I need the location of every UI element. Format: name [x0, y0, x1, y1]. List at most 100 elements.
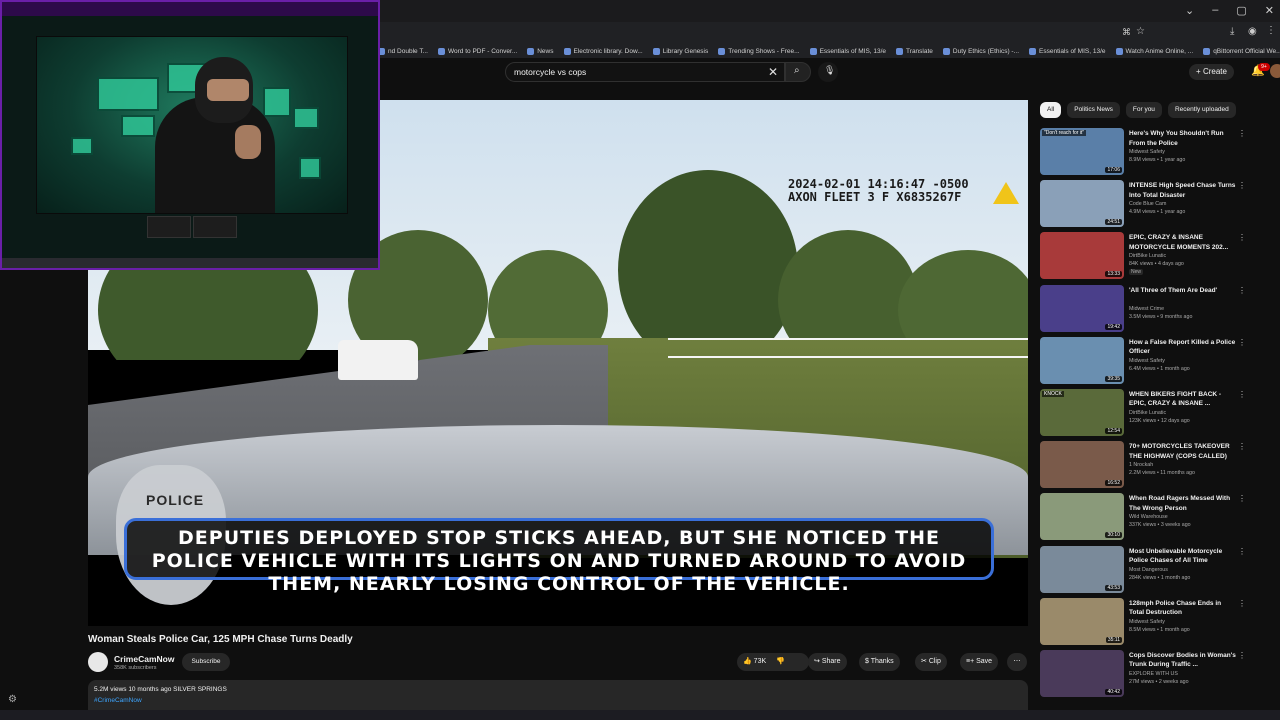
bookmark-item[interactable]: Essentials of MIS, 13/e [809, 47, 886, 55]
recommendation-channel[interactable]: DirtBike Lunatic [1129, 410, 1166, 416]
video-thumbnail[interactable]: 24:51 [1040, 180, 1124, 228]
subscribe-button[interactable]: Subscribe [182, 653, 230, 671]
channel-name[interactable]: CrimeCamNow [114, 654, 174, 664]
video-thumbnail[interactable]: 13:33 [1040, 232, 1124, 280]
bookmark-item[interactable]: Translate [896, 47, 933, 55]
thumbs-up-icon[interactable]: 👍 [743, 658, 752, 665]
more-actions-button[interactable]: ⋯ [1007, 653, 1027, 671]
clip-button[interactable]: ✂ Clip [915, 653, 947, 671]
translate-icon[interactable]: ⌘ [1122, 27, 1131, 38]
chip-recently-uploaded[interactable]: Recently uploaded [1167, 102, 1236, 118]
chip-all[interactable]: All [1040, 102, 1062, 118]
recommendation-title[interactable]: EPIC, CRAZY & INSANE MOTORCYCLE MOMENTS … [1129, 233, 1237, 252]
recommendation-item[interactable]: 43:53 Most Unbelievable Motorcycle Police… [1040, 545, 1280, 598]
recommendation-item[interactable]: KNOCK 12:54 WHEN BIKERS FIGHT BACK - EPIC,… [1040, 388, 1280, 441]
recommendation-channel[interactable]: Midwest Safety [1129, 619, 1165, 625]
like-count[interactable]: 73K [754, 658, 766, 665]
recommendation-channel[interactable]: Code Blue Cam [1129, 201, 1166, 207]
voice-search-button[interactable]: 🎙 [818, 62, 838, 82]
create-button[interactable]: + Create [1189, 64, 1234, 80]
more-options-icon[interactable]: ⋮ [1238, 338, 1246, 347]
bookmark-item[interactable]: Word to PDF - Conver... [438, 47, 517, 55]
recommendation-channel[interactable]: Midwest Safety [1129, 358, 1165, 364]
star-icon[interactable]: ☆ [1136, 26, 1145, 37]
recommendation-item[interactable]: 13:33 EPIC, CRAZY & INSANE MOTORCYCLE MOM… [1040, 232, 1280, 284]
search-input[interactable]: motorcycle vs cops ✕ [505, 62, 785, 82]
more-options-icon[interactable]: ⋮ [1238, 442, 1246, 451]
recommendation-title[interactable]: 'All Three of Them Are Dead' [1129, 286, 1237, 296]
video-thumbnail[interactable]: 30:10 [1040, 493, 1124, 541]
more-options-icon[interactable]: ⋮ [1238, 129, 1246, 138]
thanks-button[interactable]: $ Thanks [859, 653, 900, 671]
bookmark-item[interactable]: Duty Ethics (Ethics) -... [942, 47, 1019, 55]
recommendation-channel[interactable]: 1 Nrockah [1129, 462, 1153, 468]
recommendation-title[interactable]: Cops Discover Bodies in Woman's Trunk Du… [1129, 651, 1237, 670]
bookmark-item[interactable]: News [527, 47, 554, 55]
download-icon[interactable]: ⤓ [1230, 26, 1234, 37]
save-button[interactable]: ≡+ Save [960, 653, 999, 671]
recommendation-channel[interactable]: DirtBike Lunatic [1129, 253, 1166, 259]
more-options-icon[interactable]: ⋮ [1238, 181, 1246, 190]
maximize-icon[interactable]: ▢ [1236, 4, 1246, 17]
share-button[interactable]: ↪ Share [808, 653, 847, 671]
more-options-icon[interactable]: ⋮ [1238, 286, 1246, 295]
bookmark-item[interactable]: Watch Anime Online, ... [1115, 47, 1193, 55]
recommendation-channel[interactable]: EXPLORE WITH US [1129, 671, 1178, 677]
bookmark-item[interactable]: Library Genesis [652, 47, 708, 55]
bookmark-item[interactable]: Essentials of MIS, 13/e [1029, 47, 1106, 55]
clear-icon[interactable]: ✕ [768, 65, 778, 79]
more-options-icon[interactable]: ⋮ [1238, 547, 1246, 556]
recommendation-item[interactable]: 30:10 When Road Ragers Messed With The Wr… [1040, 493, 1280, 545]
gear-icon[interactable]: ⚙ [8, 694, 17, 705]
recommendation-title[interactable]: Most Unbelievable Motorcycle Police Chas… [1129, 547, 1237, 566]
more-options-icon[interactable]: ⋮ [1238, 494, 1246, 503]
video-thumbnail[interactable]: 35:11 [1040, 597, 1124, 645]
thumbs-down-icon[interactable]: 👎 [776, 658, 785, 665]
description-hashtag[interactable]: #CrimeCamNow [94, 697, 142, 704]
recommendation-channel[interactable]: Wild Warehouse [1129, 514, 1168, 520]
bookmark-item[interactable]: qBittorrent Official We... [1203, 47, 1280, 55]
video-thumbnail[interactable]: 39:35 [1040, 336, 1124, 384]
recommendation-item[interactable]: 40:42 Cops Discover Bodies in Woman's Tru… [1040, 649, 1280, 702]
chip-politics-news[interactable]: Politics News [1067, 102, 1120, 118]
recommendation-item[interactable]: 39:35 How a False Report Killed a Police … [1040, 336, 1280, 389]
recommendation-title[interactable]: WHEN BIKERS FIGHT BACK - EPIC, CRAZY & I… [1129, 390, 1237, 409]
chip-for-you[interactable]: For you [1125, 102, 1162, 118]
recommendation-channel[interactable]: Midwest Crime [1129, 306, 1164, 312]
recommendation-title[interactable]: How a False Report Killed a Police Offic… [1129, 338, 1237, 357]
recommendation-title[interactable]: INTENSE High Speed Chase Turns Into Tota… [1129, 181, 1237, 200]
more-options-icon[interactable]: ⋮ [1238, 651, 1246, 660]
profile-icon[interactable]: ◉ [1248, 26, 1257, 37]
webcam-toggle-button[interactable] [193, 216, 237, 238]
video-thumbnail[interactable]: 43:53 [1040, 545, 1124, 593]
video-thumbnail[interactable]: 16:52 [1040, 441, 1124, 489]
minimize-icon[interactable]: – [1212, 4, 1218, 17]
recommendation-item[interactable]: 24:51 INTENSE High Speed Chase Turns Into… [1040, 180, 1280, 232]
video-thumbnail[interactable]: 40:42 [1040, 649, 1124, 697]
more-options-icon[interactable]: ⋮ [1238, 599, 1246, 608]
recommendation-title[interactable]: 70+ MOTORCYCLES TAKEOVER THE HIGHWAY (CO… [1129, 442, 1237, 461]
chevron-down-icon[interactable]: ⌄ [1185, 4, 1194, 17]
recommendation-channel[interactable]: Most Dangerous [1129, 567, 1168, 573]
video-thumbnail[interactable]: 19:42 [1040, 284, 1124, 332]
more-options-icon[interactable]: ⋮ [1238, 390, 1246, 399]
video-thumbnail[interactable]: KNOCK 12:54 [1040, 388, 1124, 436]
bookmark-item[interactable]: Electronic library. Dow... [563, 47, 643, 55]
recommendation-item[interactable]: 19:42 'All Three of Them Are Dead' Midwest… [1040, 284, 1280, 337]
recommendation-item[interactable]: "Don't reach for it" 17:06 Here's Why You … [1040, 128, 1280, 180]
recommendation-item[interactable]: 16:52 70+ MOTORCYCLES TAKEOVER THE HIGHWA… [1040, 441, 1280, 493]
bookmark-item[interactable]: nd Double T... [378, 47, 428, 55]
recommendation-item[interactable]: 35:11 128mph Police Chase Ends in Total D… [1040, 597, 1280, 650]
recommendation-title[interactable]: 128mph Police Chase Ends in Total Destru… [1129, 599, 1237, 618]
webcam-avatar-button[interactable] [147, 216, 191, 238]
recommendation-title[interactable]: When Road Ragers Messed With The Wrong P… [1129, 494, 1237, 513]
avatar[interactable] [1270, 64, 1280, 78]
recommendation-channel[interactable]: Midwest Safety [1129, 149, 1165, 155]
menu-icon[interactable]: ⋮ [1266, 25, 1276, 36]
video-thumbnail[interactable]: "Don't reach for it" 17:06 [1040, 128, 1124, 175]
bookmark-item[interactable]: Trending Shows - Free... [718, 47, 800, 55]
close-icon[interactable]: ✕ [1265, 4, 1274, 17]
channel-avatar[interactable] [88, 652, 108, 672]
search-button[interactable]: ⌕ [785, 62, 811, 82]
recommendation-title[interactable]: Here's Why You Shouldn't Run From the Po… [1129, 129, 1237, 148]
